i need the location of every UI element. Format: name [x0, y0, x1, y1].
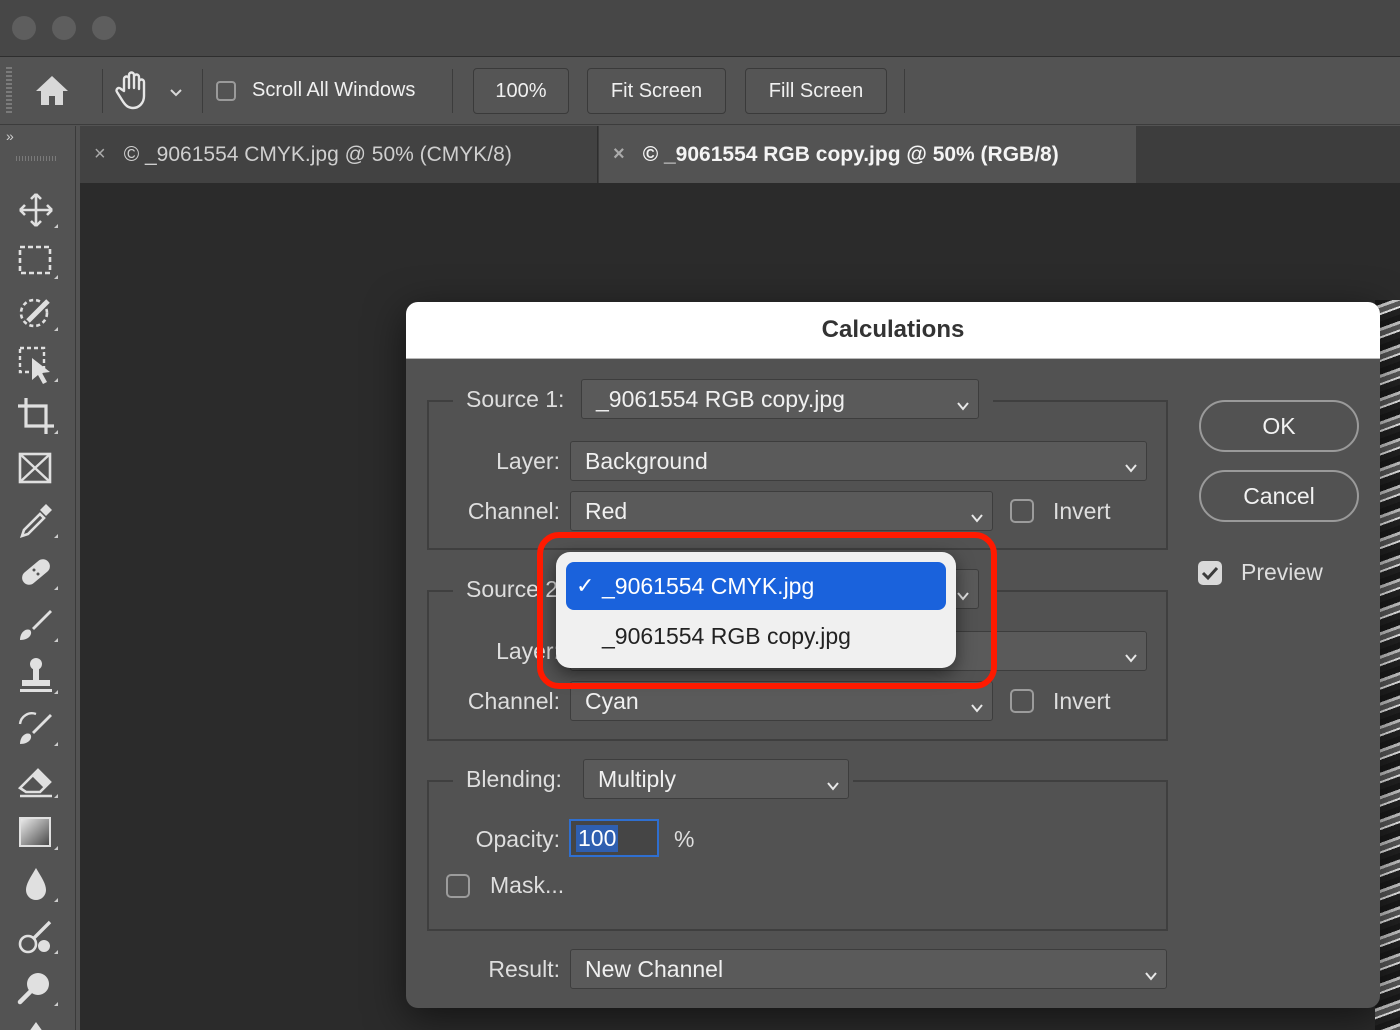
fill-screen-button[interactable]: Fill Screen: [745, 68, 887, 114]
move-tool-icon[interactable]: [14, 188, 58, 232]
frame-tool-icon[interactable]: [14, 446, 58, 490]
dodge-tool-icon[interactable]: [14, 914, 58, 958]
history-brush-tool-icon[interactable]: [14, 706, 58, 750]
tab-label: © _9061554 CMYK.jpg @ 50% (CMYK/8): [123, 142, 512, 166]
scroll-all-windows-label: Scroll All Windows: [252, 79, 416, 101]
tools-panel-grip[interactable]: [16, 156, 56, 161]
source2-invert-label: Invert: [1053, 688, 1111, 714]
result-label: Result:: [488, 956, 560, 982]
source1-invert-label: Invert: [1053, 498, 1111, 524]
options-bar-grip[interactable]: [6, 67, 12, 115]
chevron-down-icon: [1144, 962, 1158, 981]
chevron-down-icon: [970, 694, 984, 713]
document-tabs: × © _9061554 CMYK.jpg @ 50% (CMYK/8) × ©…: [80, 126, 1400, 183]
gradient-tool-icon[interactable]: [14, 810, 58, 854]
close-window-button[interactable]: [12, 16, 36, 40]
opacity-label: Opacity:: [475, 826, 560, 852]
hand-tool-icon[interactable]: [114, 69, 154, 111]
source1-channel-value: Red: [585, 497, 628, 524]
close-tab-icon[interactable]: ×: [94, 143, 106, 166]
object-selection-tool-icon[interactable]: [14, 342, 58, 386]
options-bar: Scroll All Windows 100% Fit Screen Fill …: [0, 57, 1400, 125]
blending-group: [427, 780, 1168, 931]
healing-brush-tool-icon[interactable]: [14, 550, 58, 594]
opacity-value: 100: [576, 824, 619, 852]
opacity-unit: %: [674, 826, 695, 852]
annotation-highlight: [537, 532, 997, 689]
preview-label: Preview: [1241, 559, 1323, 585]
tab-cmyk-document[interactable]: × © _9061554 CMYK.jpg @ 50% (CMYK/8): [80, 126, 598, 183]
blending-label: Blending:: [466, 766, 562, 792]
chevron-down-icon[interactable]: [168, 85, 184, 101]
result-value: New Channel: [585, 955, 724, 982]
window-titlebar: [0, 0, 1400, 57]
chevron-down-icon: [826, 772, 840, 791]
close-tab-icon[interactable]: ×: [613, 143, 625, 166]
source1-select[interactable]: _9061554 RGB copy.jpg: [581, 379, 979, 419]
crop-tool-icon[interactable]: [14, 394, 58, 438]
chevron-down-icon: [956, 392, 970, 411]
tools-panel: »: [0, 126, 76, 1030]
zoom-tool-icon[interactable]: [14, 966, 58, 1010]
brush-tool-icon[interactable]: [14, 602, 58, 646]
source1-layer-value: Background: [585, 447, 708, 474]
ok-button[interactable]: OK: [1199, 400, 1359, 452]
source1-channel-select[interactable]: Red: [570, 491, 993, 531]
scroll-all-windows-checkbox[interactable]: [216, 81, 236, 101]
tab-rgb-copy-document[interactable]: × © _9061554 RGB copy.jpg @ 50% (RGB/8): [599, 126, 1136, 183]
blur-tool-icon[interactable]: [14, 862, 58, 906]
eyedropper-tool-icon[interactable]: [14, 498, 58, 542]
marquee-tool-icon[interactable]: [14, 239, 58, 283]
source1-invert-checkbox[interactable]: [1010, 499, 1034, 523]
home-icon[interactable]: [32, 71, 72, 111]
blending-value: Multiply: [598, 765, 676, 792]
eraser-tool-icon[interactable]: [14, 758, 58, 802]
collapse-panel-icon[interactable]: »: [6, 128, 14, 144]
source1-channel-label: Channel:: [467, 498, 560, 524]
mask-checkbox[interactable]: [446, 874, 470, 898]
source1-layer-label: Layer:: [496, 448, 560, 474]
chevron-down-icon: [970, 504, 984, 523]
source2-channel-value: Cyan: [585, 687, 639, 714]
opacity-input[interactable]: 100: [569, 819, 659, 857]
source2-invert-checkbox[interactable]: [1010, 689, 1034, 713]
source1-layer-select[interactable]: Background: [570, 441, 1147, 481]
source1-label: Source 1:: [466, 386, 565, 412]
fit-screen-button[interactable]: Fit Screen: [587, 68, 726, 114]
preview-checkbox[interactable]: [1198, 561, 1222, 585]
minimize-window-button[interactable]: [52, 16, 76, 40]
clone-stamp-tool-icon[interactable]: [14, 654, 58, 698]
cancel-button[interactable]: Cancel: [1199, 470, 1359, 522]
source2-channel-label: Channel:: [467, 688, 560, 714]
checkmark-icon: [1201, 566, 1219, 581]
tab-label: © _9061554 RGB copy.jpg @ 50% (RGB/8): [642, 142, 1059, 166]
result-select[interactable]: New Channel: [570, 949, 1167, 989]
blending-select[interactable]: Multiply: [583, 759, 849, 799]
pen-tool-icon[interactable]: [14, 1016, 58, 1030]
chevron-down-icon: [1124, 644, 1138, 663]
zoom-100-button[interactable]: 100%: [473, 68, 569, 114]
zoom-window-button[interactable]: [92, 16, 116, 40]
chevron-down-icon: [1124, 454, 1138, 473]
dialog-title: Calculations: [406, 302, 1380, 359]
quick-selection-tool-icon[interactable]: [14, 291, 58, 335]
mask-label[interactable]: Mask...: [490, 872, 564, 899]
source1-value: _9061554 RGB copy.jpg: [596, 385, 845, 412]
